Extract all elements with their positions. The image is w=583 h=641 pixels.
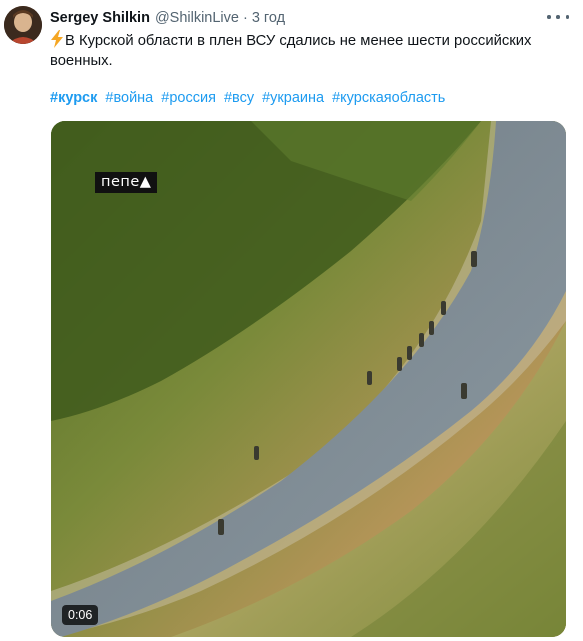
lightning-icon	[51, 30, 63, 48]
avatar-image	[4, 6, 42, 44]
tweet-body: В Курской области в плен ВСУ сдались не …	[50, 33, 532, 69]
more-options-icon[interactable]	[547, 8, 569, 26]
header-separator: ·	[242, 10, 248, 26]
hashtag-link[interactable]: #курскаяобласть	[332, 90, 445, 106]
tweet[interactable]: Sergey Shilkin @ShilkinLive · 3 год В Ку…	[0, 0, 583, 641]
video-duration-badge: 0:06	[62, 605, 99, 625]
hashtag-link[interactable]: #война	[105, 90, 153, 106]
author-name[interactable]: Sergey Shilkin	[50, 10, 150, 26]
hashtag-list: #курск #война #россия #всу #украина #кур…	[50, 90, 449, 106]
video-player[interactable]: пепе▲ 0:06	[51, 121, 566, 637]
author-avatar[interactable]	[4, 6, 42, 44]
hashtag-link[interactable]: #курск	[50, 90, 97, 106]
hashtag-link[interactable]: #россия	[161, 90, 216, 106]
channel-watermark: пепе▲	[95, 172, 158, 193]
tweet-text: В Курской области в плен ВСУ сдались не …	[50, 30, 565, 71]
hashtag-link[interactable]: #всу	[224, 90, 254, 106]
author-handle[interactable]: @ShilkinLive	[155, 10, 239, 26]
tweet-header: Sergey Shilkin @ShilkinLive · 3 год	[50, 8, 285, 28]
video-frame	[51, 121, 566, 637]
tweet-timestamp[interactable]: 3 год	[252, 10, 285, 26]
hashtag-link[interactable]: #украина	[262, 90, 324, 106]
